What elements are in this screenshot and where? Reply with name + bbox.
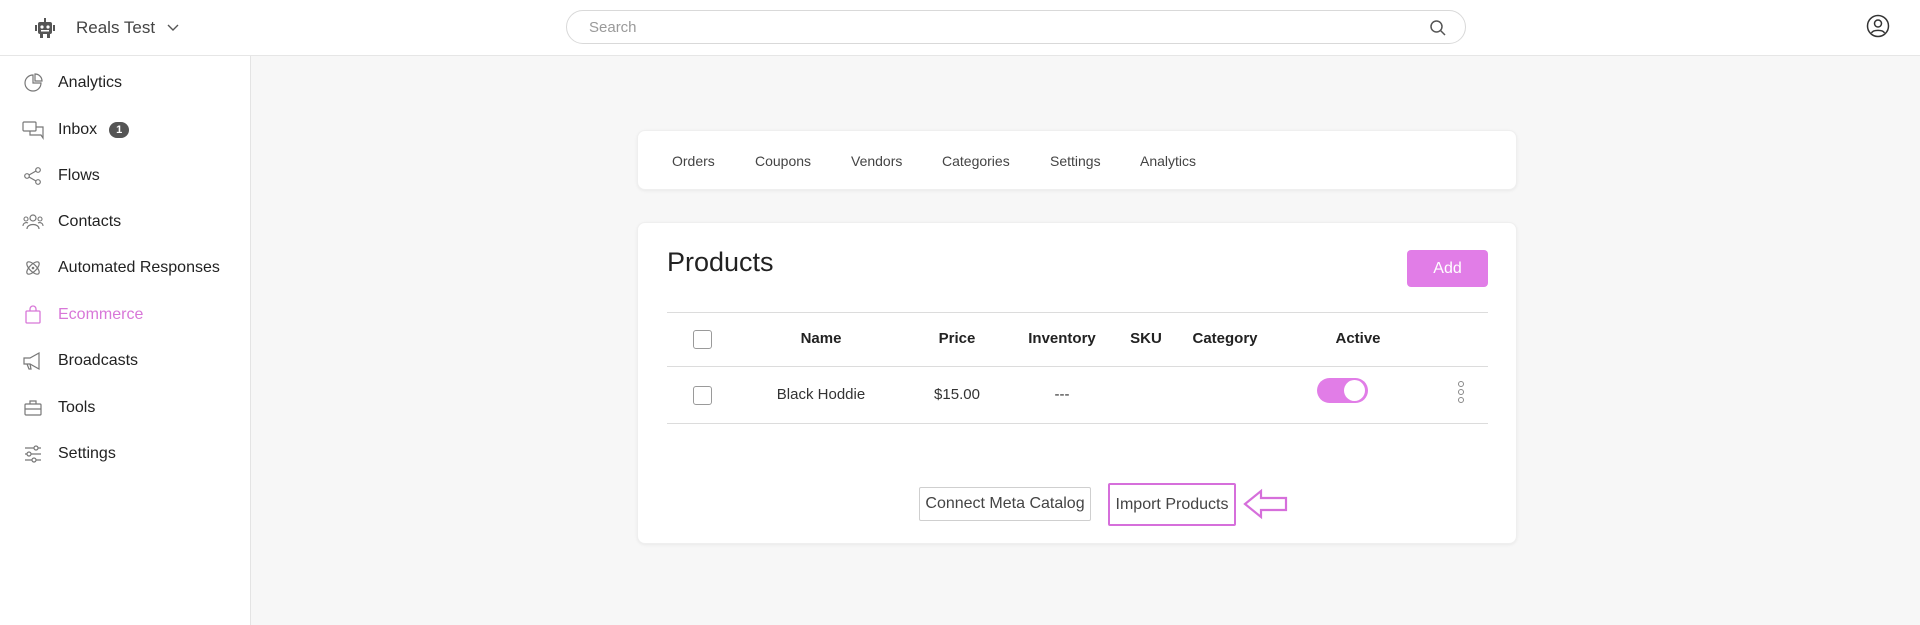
tab-orders[interactable]: Orders	[672, 153, 715, 169]
column-header-name: Name	[800, 330, 842, 347]
chevron-down-icon	[167, 21, 181, 35]
column-header-inventory: Inventory	[1028, 330, 1096, 347]
megaphone-icon	[22, 350, 44, 372]
sidebar-item-label: Tools	[58, 399, 96, 416]
sidebar-item-label: Contacts	[58, 213, 122, 230]
sidebar-item-contacts[interactable]: Contacts	[22, 208, 121, 236]
column-header-sku: SKU	[1130, 330, 1162, 347]
tab-vendors[interactable]: Vendors	[851, 153, 902, 169]
sidebar-item-analytics[interactable]: Analytics	[22, 69, 122, 97]
sliders-icon	[22, 443, 44, 465]
column-header-active: Active	[1335, 330, 1381, 347]
sidebar-item-settings[interactable]: Settings	[22, 440, 116, 468]
more-options-icon[interactable]	[1456, 381, 1466, 403]
select-all-checkbox[interactable]	[693, 330, 712, 349]
toolbox-icon	[22, 397, 44, 419]
table-bottom-divider	[667, 423, 1488, 424]
search-input[interactable]	[589, 19, 1389, 36]
tab-categories[interactable]: Categories	[942, 153, 1010, 169]
column-header-category: Category	[1192, 330, 1258, 347]
contacts-icon	[22, 211, 44, 233]
active-toggle[interactable]	[1317, 378, 1368, 403]
product-name: Black Hoddie	[776, 386, 866, 403]
tab-coupons[interactable]: Coupons	[755, 153, 811, 169]
workspace-name: Reals Test	[76, 18, 156, 37]
chat-bubbles-icon	[22, 119, 44, 141]
ecommerce-tabs: Orders Coupons Vendors Categories Settin…	[637, 130, 1517, 190]
sidebar: Analytics Inbox 1 Flows Contacts Automat…	[0, 56, 251, 625]
row-checkbox[interactable]	[693, 386, 712, 405]
pie-chart-icon	[22, 72, 44, 94]
sidebar-item-ecommerce[interactable]: Ecommerce	[22, 301, 143, 329]
connect-meta-catalog-button[interactable]: Connect Meta Catalog	[919, 487, 1091, 521]
user-avatar-icon[interactable]	[1866, 14, 1890, 38]
products-panel: Products Add Name Price Inventory SKU Ca…	[637, 222, 1517, 544]
sidebar-item-label: Ecommerce	[58, 306, 144, 323]
atom-icon	[22, 257, 44, 279]
tab-analytics[interactable]: Analytics	[1140, 153, 1196, 169]
robot-icon	[32, 15, 58, 41]
sidebar-item-label: Settings	[58, 445, 116, 462]
table-top-divider	[667, 312, 1488, 313]
search-bar	[566, 10, 1466, 44]
arrow-left-icon	[1243, 488, 1288, 520]
unread-count-badge: 1	[109, 122, 130, 138]
tab-settings[interactable]: Settings	[1050, 153, 1101, 169]
sidebar-item-label: Inbox	[58, 121, 98, 138]
table-header-divider	[667, 366, 1488, 367]
product-price: $15.00	[934, 386, 980, 403]
search-icon[interactable]	[1429, 19, 1447, 37]
flows-icon	[22, 165, 44, 187]
sidebar-item-label: Broadcasts	[58, 352, 139, 369]
sidebar-item-inbox[interactable]: Inbox 1	[22, 116, 130, 144]
add-product-button[interactable]: Add	[1407, 250, 1488, 287]
sidebar-item-label: Flows	[58, 167, 100, 184]
workspace-switcher[interactable]: Reals Test	[32, 14, 181, 42]
shopping-bag-icon	[22, 304, 44, 326]
toggle-knob	[1344, 380, 1365, 401]
sidebar-item-label: Automated Responses	[58, 259, 220, 276]
product-inventory: ---	[1054, 386, 1070, 403]
sidebar-item-automated-responses[interactable]: Automated Responses	[22, 254, 220, 282]
import-products-button[interactable]: Import Products	[1108, 483, 1236, 526]
page-title: Products	[667, 247, 774, 277]
sidebar-item-label: Analytics	[58, 74, 123, 91]
sidebar-item-broadcasts[interactable]: Broadcasts	[22, 347, 138, 375]
sidebar-item-flows[interactable]: Flows	[22, 162, 100, 190]
top-header: Reals Test	[0, 0, 1920, 56]
sidebar-item-tools[interactable]: Tools	[22, 394, 95, 422]
column-header-price: Price	[938, 330, 976, 347]
